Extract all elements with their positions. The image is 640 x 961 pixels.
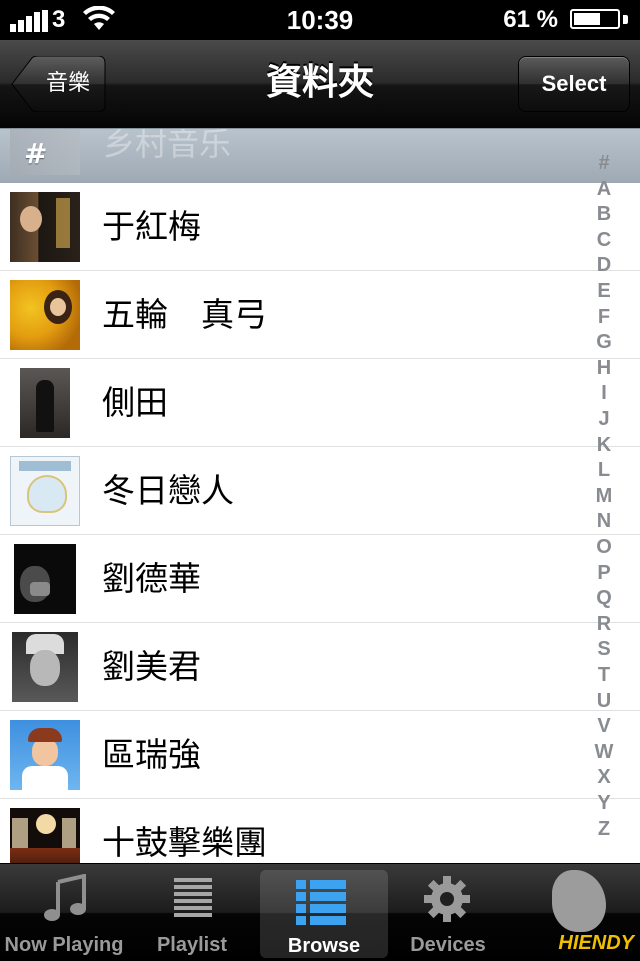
list-item[interactable]: 劉德華 bbox=[0, 535, 640, 623]
index-letter[interactable]: D bbox=[592, 254, 616, 277]
battery-percent: 61 % bbox=[503, 6, 558, 33]
index-letter[interactable]: A bbox=[592, 178, 616, 201]
index-letter[interactable]: G bbox=[592, 331, 616, 354]
gear-icon bbox=[424, 876, 470, 922]
section-letter: # bbox=[24, 137, 48, 170]
watermark: HIENDY bbox=[558, 932, 634, 954]
index-letter[interactable]: J bbox=[592, 408, 616, 431]
list-item-label: 側田 bbox=[102, 383, 168, 422]
list-item[interactable]: 于紅梅 bbox=[0, 183, 640, 271]
index-letter[interactable]: F bbox=[592, 306, 616, 329]
list-item-label: 冬日戀人 bbox=[102, 471, 234, 510]
tab-bar: Now Playing Playlist Browse Devices HIEN… bbox=[0, 863, 640, 961]
more-icon bbox=[552, 870, 606, 932]
tab-now-playing[interactable]: Now Playing bbox=[0, 864, 128, 961]
album-thumbnail bbox=[10, 280, 80, 350]
list-item-label: 十鼓擊樂團 bbox=[102, 823, 267, 862]
tab-label: Browse bbox=[287, 935, 361, 957]
index-letter[interactable]: S bbox=[592, 638, 616, 661]
index-letter[interactable]: L bbox=[592, 459, 616, 482]
list-item[interactable]: 十鼓擊樂團 bbox=[0, 799, 640, 863]
album-thumbnail bbox=[10, 544, 80, 614]
album-thumbnail bbox=[10, 456, 80, 526]
index-letter[interactable]: # bbox=[592, 152, 616, 175]
select-button[interactable]: Select bbox=[518, 56, 630, 112]
list-item[interactable]: 區瑞強 bbox=[0, 711, 640, 799]
back-button[interactable]: 音樂 bbox=[10, 56, 106, 112]
index-letter[interactable]: Y bbox=[592, 792, 616, 815]
list-item-label: 劉德華 bbox=[102, 559, 201, 598]
index-letter[interactable]: N bbox=[592, 510, 616, 533]
album-thumbnail bbox=[10, 632, 80, 702]
list-item-label: 劉美君 bbox=[102, 647, 201, 686]
index-letter[interactable]: P bbox=[592, 562, 616, 585]
index-letter[interactable]: H bbox=[592, 357, 616, 380]
tab-playlist[interactable]: Playlist bbox=[128, 864, 256, 961]
album-thumbnail bbox=[10, 192, 80, 262]
list-item[interactable]: 冬日戀人 bbox=[0, 447, 640, 535]
index-letter[interactable]: I bbox=[592, 382, 616, 405]
status-bar: 3 10:39 61 % bbox=[0, 0, 640, 40]
folder-list[interactable]: 于紅梅 五輪 真弓 側田 冬日戀人 劉德華 劉美君 區瑞強 十鼓擊樂團 bbox=[0, 183, 640, 863]
battery-icon bbox=[570, 9, 628, 31]
tab-label: Devices bbox=[410, 934, 486, 956]
index-letter[interactable]: R bbox=[592, 613, 616, 636]
index-letter[interactable]: K bbox=[592, 434, 616, 457]
section-header: 乡村音乐 # bbox=[0, 128, 640, 184]
index-letter[interactable]: T bbox=[592, 664, 616, 687]
index-letter[interactable]: X bbox=[592, 766, 616, 789]
list-item-label: 區瑞強 bbox=[102, 735, 201, 774]
index-letter[interactable]: Q bbox=[592, 587, 616, 610]
album-thumbnail bbox=[10, 720, 80, 790]
browse-list-icon bbox=[296, 876, 346, 925]
tab-browse[interactable]: Browse bbox=[260, 870, 388, 958]
scrolled-row-label: 乡村音乐 bbox=[103, 128, 232, 163]
list-item-label: 五輪 真弓 bbox=[102, 295, 267, 334]
navigation-bar: 音樂 資料夾 Select bbox=[0, 40, 640, 129]
index-letter[interactable]: B bbox=[592, 203, 616, 226]
list-icon bbox=[174, 878, 212, 920]
index-letter[interactable]: U bbox=[592, 690, 616, 713]
index-letter[interactable]: M bbox=[592, 485, 616, 508]
index-letter[interactable]: O bbox=[592, 536, 616, 559]
music-note-icon bbox=[44, 874, 86, 921]
list-item-label: 于紅梅 bbox=[102, 207, 201, 246]
tab-devices[interactable]: Devices bbox=[384, 864, 512, 961]
index-letter[interactable]: V bbox=[592, 715, 616, 738]
list-item[interactable]: 劉美君 bbox=[0, 623, 640, 711]
list-item[interactable]: 側田 bbox=[0, 359, 640, 447]
back-button-label: 音樂 bbox=[45, 71, 90, 96]
album-thumbnail bbox=[10, 368, 80, 438]
page-title: 資料夾 bbox=[265, 62, 374, 103]
index-letter[interactable]: W bbox=[592, 741, 616, 764]
index-letter[interactable]: C bbox=[592, 229, 616, 252]
album-thumbnail bbox=[10, 808, 80, 863]
tab-label: Now Playing bbox=[4, 934, 124, 956]
list-item[interactable]: 五輪 真弓 bbox=[0, 271, 640, 359]
index-letter[interactable]: E bbox=[592, 280, 616, 303]
tab-label: Playlist bbox=[156, 934, 228, 956]
index-letter[interactable]: Z bbox=[592, 818, 616, 841]
